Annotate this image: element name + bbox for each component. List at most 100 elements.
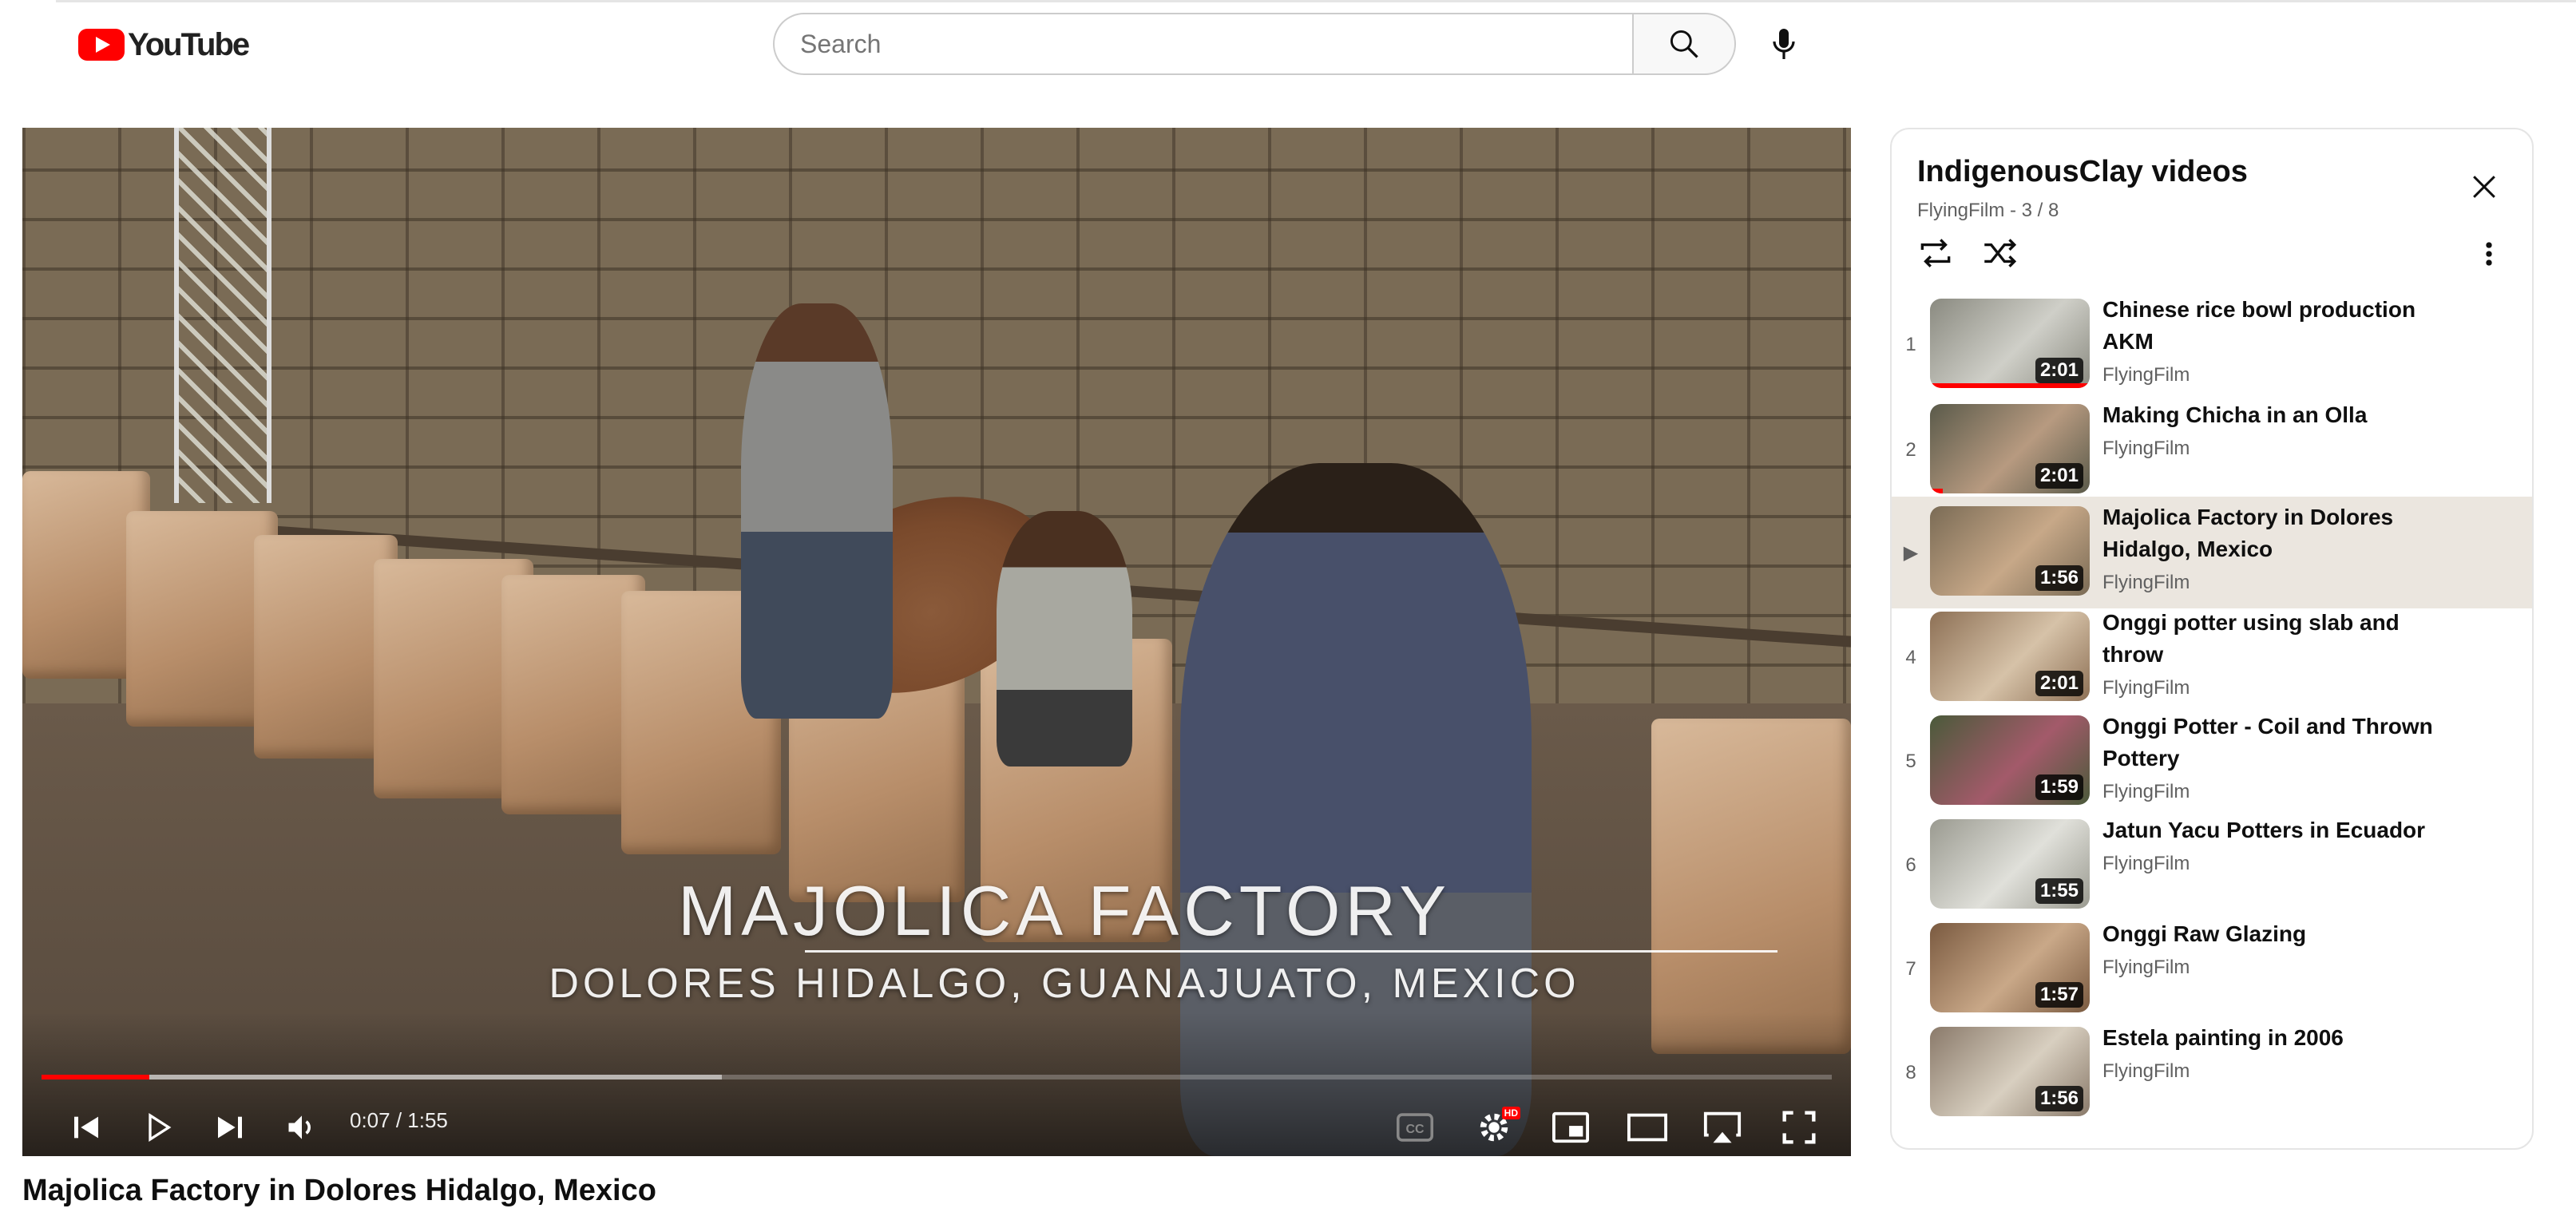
video-thumbnail[interactable]: 2:01 (1930, 612, 2090, 701)
video-thumbnail[interactable]: 1:56 (1930, 1027, 2090, 1116)
volume-icon (288, 1115, 311, 1139)
video-thumbnail[interactable]: 1:59 (1930, 715, 2090, 805)
search-icon (1670, 30, 1698, 58)
playlist-item-title[interactable]: Chinese rice bowl production AKM (2102, 294, 2454, 358)
duration-badge: 1:59 (2035, 774, 2083, 800)
skip-previous-icon (74, 1116, 98, 1139)
playlist-item-title[interactable]: Jatun Yacu Potters in Ecuador (2102, 814, 2454, 846)
duration-badge: 1:56 (2035, 565, 2083, 591)
mute-button[interactable] (278, 1099, 326, 1156)
hd-badge: HD (1501, 1107, 1520, 1119)
video-title: Majolica Factory in Dolores Hidalgo, Mex… (22, 1174, 656, 1207)
playlist-item-index: 6 (1905, 854, 1916, 876)
video-thumbnail[interactable]: 1:55 (1930, 819, 2090, 909)
playlist-item-channel[interactable]: FlyingFilm (2102, 572, 2190, 594)
playlist-item[interactable]: 2 2:01 Making Chicha in an Olla FlyingFilm (1892, 394, 2532, 506)
playlist-title[interactable]: IndigenousClay videos (1917, 155, 2248, 189)
playlist-item[interactable]: 1 2:01 Chinese rice bowl production AKM Fly… (1892, 289, 2532, 401)
video-thumbnail[interactable]: 2:01 (1930, 404, 2090, 493)
miniplayer-icon (1552, 1111, 1589, 1143)
duration-badge: 1:56 (2035, 1086, 2083, 1111)
playlist-item-title[interactable]: Estela painting in 2006 (2102, 1022, 2454, 1054)
watched-progress (1930, 489, 1943, 493)
progress-played (42, 1075, 149, 1079)
playlist-item-channel[interactable]: FlyingFilm (2102, 438, 2190, 460)
watched-progress (1930, 383, 2090, 388)
duration-badge: 2:01 (2035, 463, 2083, 489)
playlist-item[interactable]: 5 1:59 Onggi Potter - Coil and Thrown Pott… (1892, 706, 2532, 818)
time-display: 0:07 / 1:55 (350, 1108, 448, 1132)
fullscreen-button[interactable] (1771, 1099, 1827, 1156)
playlist-item[interactable]: 7 1:57 Onggi Raw Glazing FlyingFilm (1892, 913, 2532, 1025)
youtube-play-icon (78, 29, 125, 61)
playlist-item[interactable]: 8 1:56 Estela painting in 2006 FlyingFilm (1892, 1017, 2532, 1129)
top-border (56, 0, 2576, 2)
progress-bar[interactable] (42, 1075, 1832, 1079)
airplay-icon (1703, 1111, 1742, 1143)
duration-badge: 2:01 (2035, 671, 2083, 696)
playlist-subtitle: FlyingFilm - 3 / 8 (1917, 200, 2059, 221)
playlist-panel: IndigenousClay videos FlyingFilm - 3 / 8… (1890, 128, 2534, 1150)
subtitles-button[interactable]: CC (1391, 1099, 1439, 1156)
playlist-item[interactable]: ▶ 1:56 Majolica Factory in Dolores Hidalgo… (1892, 497, 2532, 608)
metal-tower (174, 128, 271, 503)
close-icon (2473, 176, 2495, 198)
duration-badge: 2:01 (2035, 358, 2083, 383)
playlist-item-title[interactable]: Onggi Potter - Coil and Thrown Pottery (2102, 711, 2454, 774)
play-icon (149, 1112, 172, 1143)
playlist-item-channel[interactable]: FlyingFilm (2102, 957, 2190, 979)
playlist-item[interactable]: 6 1:55 Jatun Yacu Potters in Ecuador Flying… (1892, 810, 2532, 921)
video-thumbnail[interactable]: 1:56 (1930, 506, 2090, 596)
playlist-item-title[interactable]: Onggi Raw Glazing (2102, 918, 2454, 950)
playlist-item-index: 2 (1905, 439, 1916, 461)
overlay-subtitle: DOLORES HIDALGO, GUANAJUATO, MEXICO (549, 961, 1580, 1007)
search-input[interactable] (773, 13, 1632, 75)
worker (997, 511, 1132, 767)
playlist-item-index: 5 (1905, 751, 1916, 772)
playlist-item-index: 4 (1905, 647, 1916, 668)
playlist-item-title[interactable]: Majolica Factory in Dolores Hidalgo, Mex… (2102, 501, 2454, 565)
search-button[interactable] (1632, 13, 1736, 75)
fullscreen-icon (1782, 1111, 1816, 1144)
shuffle-icon (1984, 239, 2017, 267)
previous-button[interactable] (62, 1099, 110, 1156)
cast-button[interactable] (1694, 1099, 1750, 1156)
video-thumbnail[interactable]: 2:01 (1930, 299, 2090, 388)
next-button[interactable] (206, 1099, 254, 1156)
overlay-title: MAJOLICA FACTORY (677, 871, 1452, 950)
playlist-more-button[interactable] (2481, 236, 2497, 271)
worker (741, 303, 893, 719)
playlist-item-title[interactable]: Making Chicha in an Olla (2102, 399, 2454, 431)
playlist-item-index: 7 (1905, 958, 1916, 980)
settings-button[interactable]: HD (1466, 1099, 1522, 1156)
shuffle-playlist-button[interactable] (1980, 233, 2019, 273)
video-thumbnail[interactable]: 1:57 (1930, 923, 2090, 1012)
playlist-item-channel[interactable]: FlyingFilm (2102, 364, 2190, 386)
playlist-item-index: 1 (1905, 334, 1916, 355)
loop-playlist-button[interactable] (1916, 233, 1956, 273)
theater-mode-icon (1627, 1113, 1667, 1142)
voice-search-button[interactable] (1765, 24, 1803, 65)
closed-captions-icon: CC (1397, 1113, 1433, 1142)
playlist-item-channel[interactable]: FlyingFilm (2102, 677, 2190, 699)
logo-text: YouTube (128, 26, 250, 62)
duration-badge: 1:57 (2035, 982, 2083, 1008)
playlist-item[interactable]: 4 2:01 Onggi potter using slab and throw Fl… (1892, 602, 2532, 714)
search-bar (773, 13, 1736, 75)
overlay-divider (805, 950, 1777, 953)
skip-next-icon (218, 1116, 242, 1139)
play-button[interactable] (134, 1099, 182, 1156)
playlist-item-title[interactable]: Onggi potter using slab and throw (2102, 607, 2454, 671)
playlist-item-channel[interactable]: FlyingFilm (2102, 781, 2190, 803)
video-player[interactable]: MAJOLICA FACTORY DOLORES HIDALGO, GUANAJ… (22, 128, 1851, 1156)
now-playing-icon: ▶ (1903, 542, 1919, 564)
close-playlist-button[interactable] (2467, 169, 2502, 204)
youtube-logo[interactable]: YouTube (78, 24, 250, 65)
duration-badge: 1:55 (2035, 878, 2083, 904)
more-vertical-icon (2486, 242, 2492, 266)
theater-mode-button[interactable] (1619, 1099, 1675, 1156)
playlist-item-channel[interactable]: FlyingFilm (2102, 853, 2190, 875)
playlist-item-channel[interactable]: FlyingFilm (2102, 1060, 2190, 1083)
miniplayer-button[interactable] (1543, 1099, 1599, 1156)
microphone-icon (1773, 29, 1795, 59)
